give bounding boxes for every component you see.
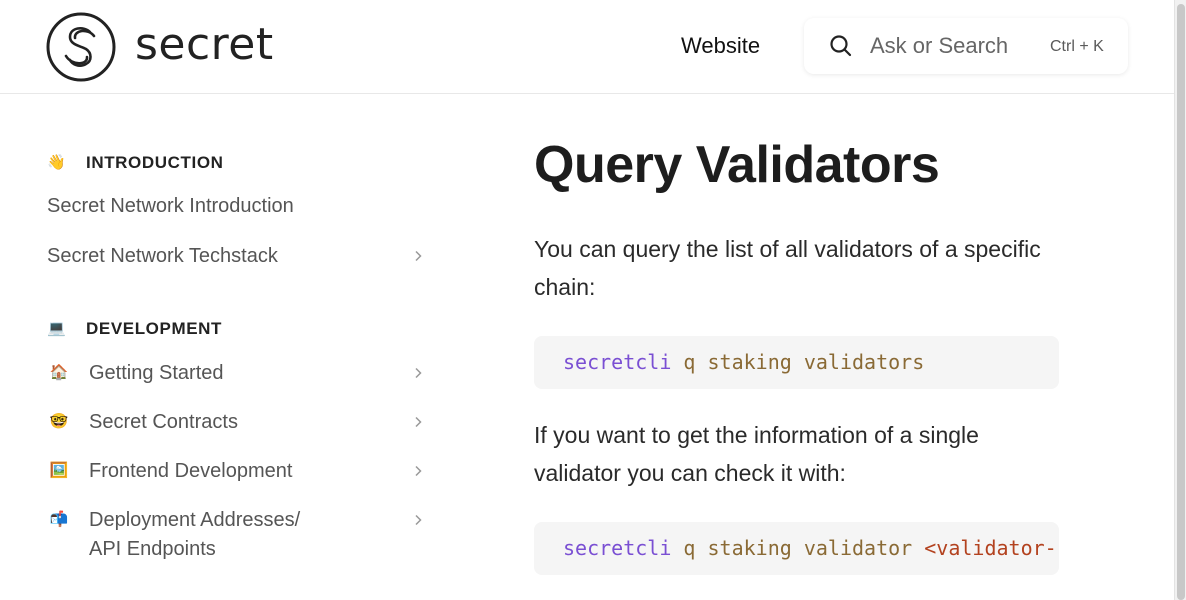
chevron-right-icon[interactable] [412, 250, 424, 262]
sidebar-item-secret-network-techstack[interactable]: Secret Network Techstack [47, 242, 427, 271]
code-block-validators[interactable]: secretcli q staking validators [534, 336, 1059, 389]
mailbox-icon: 📬 [49, 511, 69, 528]
website-link[interactable]: Website [681, 33, 760, 59]
single-validator-paragraph: If you want to get the information of a … [534, 422, 979, 486]
code-command: secretcli [563, 536, 672, 560]
sidebar-item-label: Frontend Development [89, 460, 293, 482]
search-box[interactable]: Ctrl + K [804, 18, 1128, 74]
sidebar-item-secret-contracts[interactable]: 🤓 Secret Contracts [47, 408, 427, 437]
page-scrollbar[interactable] [1174, 0, 1186, 600]
nerd-face-icon: 🤓 [49, 413, 69, 430]
chevron-right-icon[interactable] [412, 514, 424, 526]
framed-picture-icon: 🖼️ [49, 462, 69, 479]
sidebar-item-label: Secret Network Introduction [47, 195, 294, 217]
code-placeholder: <validator- [924, 536, 1057, 560]
chevron-right-icon[interactable] [412, 465, 424, 477]
chevron-right-icon[interactable] [412, 367, 424, 379]
sidebar-item-deployment-addresses[interactable]: 📬 Deployment Addresses/ API Endpoints [47, 506, 427, 564]
sidebar-item-label: Getting Started [89, 362, 224, 384]
section-title: INTRODUCTION [86, 153, 224, 172]
sidebar-item-label-line2: API Endpoints [89, 538, 216, 560]
code-block-validator[interactable]: secretcli q staking validator <validator… [534, 522, 1059, 575]
page-title: Query Validators [534, 136, 940, 194]
section-development: 💻 DEVELOPMENT [47, 319, 222, 339]
secret-logo[interactable]: secret [46, 12, 274, 82]
top-header: secret Website Ctrl + K [0, 0, 1174, 94]
house-icon: 🏠 [49, 364, 69, 381]
sidebar: 👋 INTRODUCTION Secret Network Introducti… [0, 95, 470, 600]
sidebar-item-label: Secret Contracts [89, 411, 238, 433]
search-input[interactable] [870, 31, 1036, 61]
code-arguments: q staking validators [683, 350, 925, 374]
sidebar-item-secret-network-introduction[interactable]: Secret Network Introduction [47, 192, 427, 221]
chevron-right-icon[interactable] [412, 416, 424, 428]
scrollbar-thumb[interactable] [1177, 4, 1185, 600]
wave-icon: 👋 [47, 154, 67, 171]
code-command: secretcli [563, 350, 672, 374]
sidebar-item-frontend-development[interactable]: 🖼️ Frontend Development [47, 457, 427, 486]
main-content: Query Validators You can query the list … [534, 95, 1074, 600]
search-shortcut-hint: Ctrl + K [1050, 38, 1104, 55]
search-icon [830, 35, 852, 57]
sidebar-item-label: Secret Network Techstack [47, 245, 278, 267]
secret-logo-icon [46, 12, 116, 82]
logo-text: secret [135, 19, 274, 70]
section-title: DEVELOPMENT [86, 319, 223, 338]
code-arguments: q staking validator [683, 536, 913, 560]
laptop-icon: 💻 [47, 320, 67, 337]
section-introduction: 👋 INTRODUCTION [47, 153, 224, 173]
sidebar-item-label: Deployment Addresses/ [89, 509, 301, 531]
intro-paragraph: You can query the list of all validators… [534, 236, 1041, 300]
sidebar-item-getting-started[interactable]: 🏠 Getting Started [47, 359, 427, 388]
